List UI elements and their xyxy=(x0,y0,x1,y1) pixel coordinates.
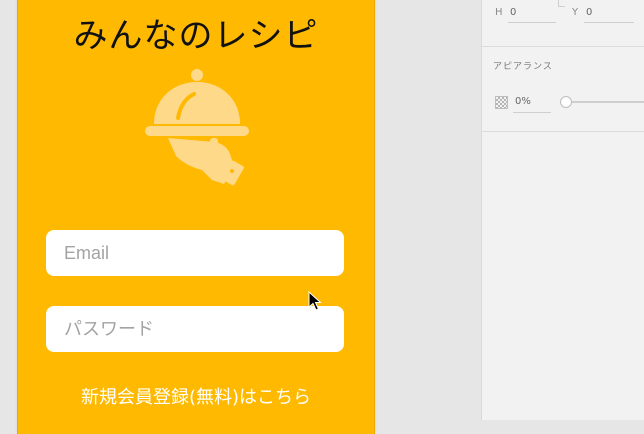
height-label: H xyxy=(495,7,503,18)
signup-link[interactable]: 新規会員登録(無料)はこちら xyxy=(18,383,374,409)
arrow-cursor-icon xyxy=(308,291,322,311)
checkerboard-icon xyxy=(495,96,508,109)
inspector-panel: H 0 Y 0 アピアランス 0% xyxy=(481,0,644,420)
position-size-row: H 0 Y 0 xyxy=(482,0,644,47)
artboard-login[interactable]: みんなのレシピ 新規会員登録(無料)はこちら xyxy=(17,0,375,434)
serving-cloche-hand-icon xyxy=(145,69,249,186)
app-title: みんなのレシピ xyxy=(73,16,319,56)
opacity-value[interactable]: 0% xyxy=(515,96,531,107)
field-separator xyxy=(558,0,565,7)
height-field-underline xyxy=(508,22,556,23)
opacity-slider-handle[interactable] xyxy=(560,96,572,108)
height-value[interactable]: 0 xyxy=(510,7,516,18)
y-label: Y xyxy=(572,7,579,18)
password-input[interactable] xyxy=(46,306,344,352)
y-value[interactable]: 0 xyxy=(586,7,592,18)
design-canvas: みんなのレシピ 新規会員登録(無料)はこちら xyxy=(0,0,481,434)
opacity-slider-track[interactable] xyxy=(562,101,644,103)
opacity-field-underline xyxy=(513,112,551,113)
appearance-section: アピアランス 0% xyxy=(482,47,644,132)
email-input[interactable] xyxy=(46,230,344,276)
y-field-underline xyxy=(584,22,634,23)
appearance-title: アピアランス xyxy=(493,62,553,72)
